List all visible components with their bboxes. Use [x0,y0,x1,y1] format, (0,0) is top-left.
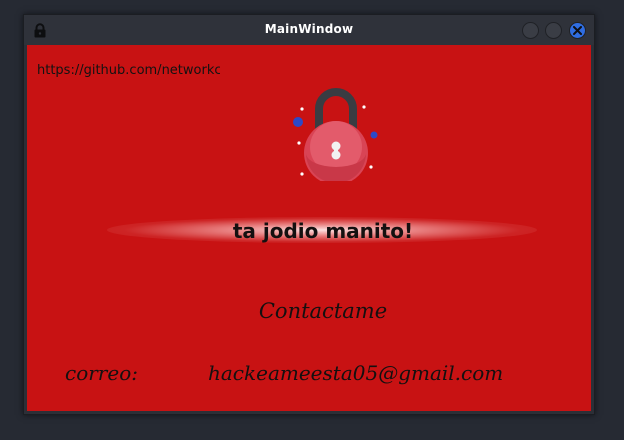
contact-title: Contactame [258,299,388,323]
desktop: MainWindow https://github.com/networkchu… [0,0,624,440]
title-bar[interactable]: MainWindow [24,15,594,45]
email-value: hackeameesta05@gmail.com [208,361,504,385]
padlock-icon [289,81,389,185]
email-label: correo: [65,361,138,385]
minimize-button[interactable] [522,22,539,39]
url-label: https://github.com/networkchuck [37,63,220,78]
headline: ta jodio manito! [232,219,414,243]
main-window: MainWindow https://github.com/networkchu… [23,14,595,415]
close-icon [573,26,582,35]
content-area: https://github.com/networkchuck [27,45,591,411]
maximize-button[interactable] [545,22,562,39]
window-title: MainWindow [264,22,354,36]
close-button[interactable] [569,22,586,39]
